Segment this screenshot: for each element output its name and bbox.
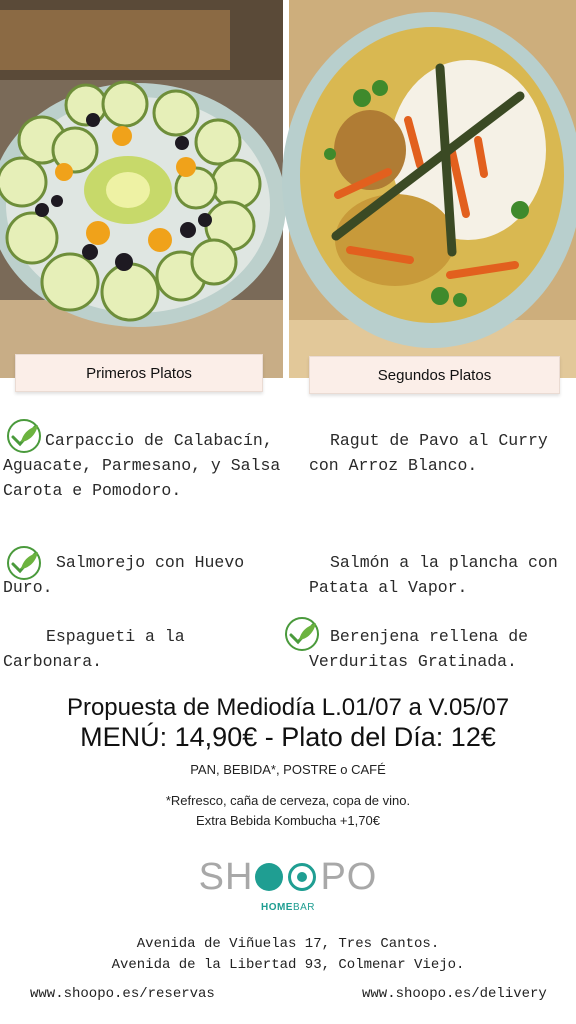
curry-bowl-image: [282, 12, 576, 348]
first-courses-label: Primeros Platos: [15, 354, 263, 392]
kombucha-note: Extra Bebida Kombucha +1,70€: [196, 813, 380, 828]
drink-note: *Refresco, caña de cerveza, copa de vino…: [165, 793, 411, 808]
dish-berenjena: Berenjena rellena de Verduritas Gratinad…: [309, 627, 529, 671]
dish-salmon: Salmón a la plancha con Patata al Vapor.: [309, 553, 558, 597]
food-photos: [0, 0, 576, 378]
menu-includes: PAN, BEBIDA*, POSTRE o CAFÉ: [190, 762, 386, 777]
offer-dates: Propuesta de Mediodía L.01/07 a V.05/07: [66, 694, 510, 721]
menu-price: MENÚ: 14,90€ - Plato del Día: 12€: [80, 722, 496, 752]
dish-carpaccio: Carpaccio de Calabacín, Aguacate, Parmes…: [3, 431, 281, 500]
logo-sub-home: HOME: [260, 902, 293, 913]
logo-text-right: PO: [320, 856, 378, 898]
dish-ragut: Ragut de Pavo al Curry con Arroz Blanco.: [309, 431, 548, 475]
logo-ring-icon: [288, 863, 317, 891]
shoopo-logo: SH PO HOMEBAR: [0, 854, 576, 913]
dish-salmorejo: Salmorejo con Huevo Duro.: [3, 553, 245, 597]
logo-dot-icon: [255, 863, 284, 891]
reservations-link[interactable]: www.shoopo.es/reservas: [30, 986, 215, 1002]
logo-sub-bar: BAR: [292, 902, 316, 913]
first-courses-text: Primeros Platos: [86, 364, 192, 382]
dish-espagueti: Espagueti a la Carbonara.: [3, 627, 185, 671]
delivery-link[interactable]: www.shoopo.es/delivery: [362, 986, 547, 1002]
second-courses-label: Segundos Platos: [309, 356, 560, 394]
address-colmenar: Avenida de la Libertad 93, Colmenar Viej…: [111, 957, 465, 973]
logo-text-left: SH: [198, 856, 254, 898]
second-courses-text: Segundos Platos: [377, 366, 492, 384]
address-tres-cantos: Avenida de Viñuelas 17, Tres Cantos.: [136, 936, 440, 952]
